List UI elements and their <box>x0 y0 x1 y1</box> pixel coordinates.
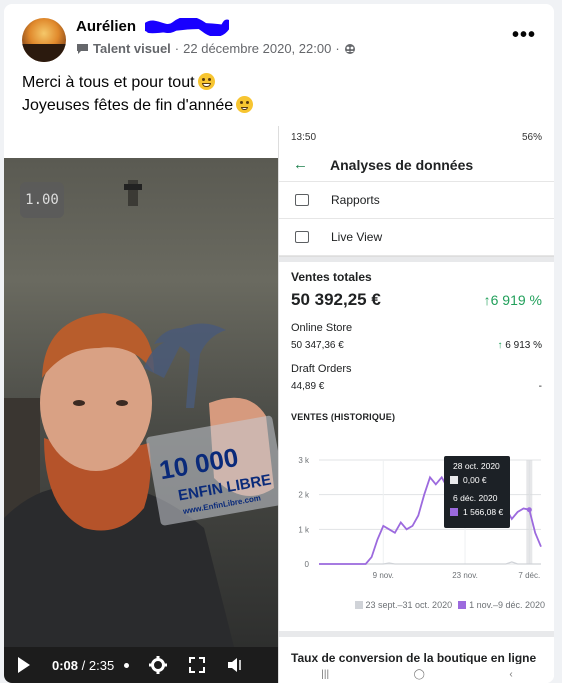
author-avatar[interactable] <box>22 18 66 62</box>
x-tick-label: 23 nov. <box>452 571 478 580</box>
online-store-value: 50 347,36 € <box>291 340 344 351</box>
tooltip-value-curr: 1 566,08 € <box>463 507 504 517</box>
legend-item-previous[interactable]: 23 sept.–31 oct. 2020 <box>354 600 453 610</box>
phone-status-bar: 13:50 56% <box>279 126 554 148</box>
chart-legend: 23 sept.–31 oct. 2020 1 nov.–9 déc. 2020 <box>279 600 554 610</box>
post-text-line: Joyeuses fêtes de fin d'année <box>22 97 234 114</box>
menu-item-label: Rapports <box>331 193 380 207</box>
post-meta: Talent visuel · 22 décembre 2020, 22:00 … <box>76 41 356 56</box>
redaction-scribble <box>145 18 229 36</box>
tooltip-date-prev: 28 oct. 2020 <box>453 461 500 471</box>
up-arrow-icon: ↑ <box>497 340 503 351</box>
meta-separator: · <box>335 41 340 56</box>
home-icon[interactable]: ◯ <box>414 669 425 680</box>
hover-point <box>526 507 532 513</box>
grinning-emoji-icon <box>197 73 215 90</box>
total-sales-title: Ventes totales <box>291 270 372 284</box>
live-view-icon <box>295 231 309 243</box>
total-sales-pct: 6 919 % <box>490 292 542 308</box>
video-player[interactable]: 10 000 ENFIN LIBRE www.EnfinLibre.com 1.… <box>4 158 278 647</box>
video-time: 0:08 / 2:35 <box>52 658 114 673</box>
legend-label: 23 sept.–31 oct. 2020 <box>365 600 453 610</box>
sales-history-chart[interactable]: 0 1 k 2 k 3 k 9 nov. 23 nov. 7 déc. <box>279 450 554 610</box>
total-sales-value: 50 392,25 € <box>291 290 381 309</box>
legend-label: 1 nov.–9 déc. 2020 <box>469 600 545 610</box>
x-tick-label: 9 nov. <box>373 571 394 580</box>
post-text-line: Merci à tous et pour tout <box>22 74 195 91</box>
play-icon[interactable] <box>18 657 30 673</box>
badge-label[interactable]: Talent visuel <box>93 41 171 56</box>
recent-apps-icon[interactable]: ||| <box>321 669 329 680</box>
facebook-post-card: Aurélien Talent visuel · 22 décembre 202… <box>4 4 554 683</box>
app-bar: ← Analyses de données <box>279 148 554 182</box>
chart-tooltip: 28 oct. 2020 0,00 € 6 déc. 2020 1 566,08… <box>444 456 510 528</box>
current-time: 0:08 <box>52 657 79 673</box>
tooltip-date-curr: 6 déc. 2020 <box>453 493 498 503</box>
back-arrow-icon[interactable]: ← <box>293 156 308 173</box>
reports-icon <box>295 194 309 206</box>
draft-orders-value: 44,89 € <box>291 381 325 392</box>
y-tick-label: 2 k <box>298 491 310 500</box>
online-store-label: Online Store <box>291 322 353 334</box>
privacy-friends-icon[interactable] <box>344 43 356 55</box>
video-controls-bar: 0:08 / 2:35 <box>4 647 278 683</box>
fullscreen-icon[interactable] <box>189 657 206 673</box>
legend-item-current[interactable]: 1 nov.–9 déc. 2020 <box>458 600 545 610</box>
duration: / 2:35 <box>81 657 115 673</box>
menu-item-label: Live View <box>331 230 383 244</box>
mute-icon[interactable] <box>227 657 247 673</box>
post-date[interactable]: 22 décembre 2020, 22:00 <box>183 41 331 56</box>
menu-item-rapports[interactable]: Rapports <box>279 182 554 219</box>
page-title: Analyses de données <box>330 156 474 173</box>
y-tick-label: 3 k <box>298 456 310 465</box>
menu-item-live-view[interactable]: Live View <box>279 219 554 256</box>
status-battery: 56% <box>521 131 542 143</box>
more-options-button[interactable]: ••• <box>512 24 536 47</box>
total-sales-change: ↑6 919 % <box>483 292 542 308</box>
conversion-title: Taux de conversion de la boutique en lig… <box>291 651 537 665</box>
total-sales-card: Ventes totales 50 392,25 € ↑6 919 % Onli… <box>279 262 554 422</box>
progress-indicator[interactable] <box>124 662 130 668</box>
online-store-pct: 6 913 % <box>505 340 542 351</box>
back-nav-icon[interactable]: ‹ <box>509 669 512 680</box>
winking-emoji-icon <box>236 96 254 113</box>
draft-orders-pct: - <box>538 381 542 392</box>
draft-orders-label: Draft Orders <box>291 363 352 375</box>
video-frame-image: 10 000 ENFIN LIBRE www.EnfinLibre.com <box>4 180 278 647</box>
talent-badge-icon <box>77 43 88 54</box>
meta-separator: · <box>174 41 180 56</box>
android-nav-bar: ||| ◯ ‹ <box>279 664 554 683</box>
settings-gear-icon[interactable] <box>149 656 168 674</box>
playback-speed-badge[interactable]: 1.00 <box>20 182 64 218</box>
y-tick-label: 1 k <box>298 525 310 534</box>
x-tick-label: 7 déc. <box>518 571 540 580</box>
post-text: Merci à tous et pour tout Joyeuses fêtes… <box>22 71 254 117</box>
swatch-current <box>450 508 458 516</box>
swatch-previous <box>450 476 458 484</box>
author-name[interactable]: Aurélien <box>76 18 136 35</box>
status-time: 13:50 <box>291 131 317 143</box>
history-chart-title: VENTES (HISTORIQUE) <box>291 412 396 422</box>
analytics-screenshot: 13:50 56% ← Analyses de données Rapports… <box>278 126 554 683</box>
tooltip-value-prev: 0,00 € <box>463 475 487 485</box>
y-tick-label: 0 <box>305 560 310 569</box>
